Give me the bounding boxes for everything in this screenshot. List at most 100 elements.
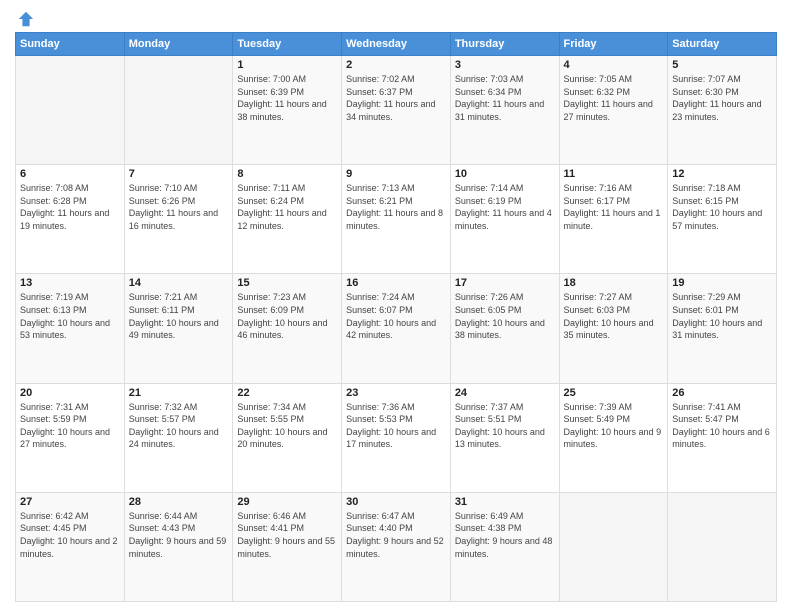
day-number: 18 bbox=[564, 277, 664, 289]
calendar-cell bbox=[124, 56, 233, 165]
day-number: 7 bbox=[129, 168, 229, 180]
calendar-cell: 3Sunrise: 7:03 AMSunset: 6:34 PMDaylight… bbox=[450, 56, 559, 165]
day-info: Sunrise: 7:08 AMSunset: 6:28 PMDaylight:… bbox=[20, 182, 120, 232]
weekday-header: Saturday bbox=[668, 33, 777, 56]
day-number: 29 bbox=[237, 496, 337, 508]
calendar-cell: 21 Sunrise: 7:32 AMSunset: 5:57 PMDayligh… bbox=[124, 383, 233, 492]
day-number: 22 bbox=[237, 387, 337, 399]
day-info: Sunrise: 6:44 AMSunset: 4:43 PMDaylight:… bbox=[129, 510, 229, 560]
header bbox=[15, 10, 777, 28]
day-number: 10 bbox=[455, 168, 555, 180]
calendar-cell: 31 Sunrise: 6:49 AMSunset: 4:38 PMDayligh… bbox=[450, 492, 559, 601]
day-info: Sunrise: 7:31 AMSunset: 5:59 PMDaylight:… bbox=[20, 401, 120, 451]
weekday-header: Thursday bbox=[450, 33, 559, 56]
calendar-cell: 22Sunrise: 7:34 AMSunset: 5:55 PMDayligh… bbox=[233, 383, 342, 492]
day-info: Sunrise: 7:16 AMSunset: 6:17 PMDaylight:… bbox=[564, 182, 664, 232]
day-number: 21 bbox=[129, 387, 229, 399]
calendar-cell: 29 Sunrise: 6:46 AMSunset: 4:41 PMDayligh… bbox=[233, 492, 342, 601]
calendar-week-row: 6 Sunrise: 7:08 AMSunset: 6:28 PMDaylight… bbox=[16, 165, 777, 274]
page: SundayMondayTuesdayWednesdayThursdayFrid… bbox=[0, 0, 792, 612]
day-info: Sunrise: 7:10 AMSunset: 6:26 PMDaylight:… bbox=[129, 182, 229, 232]
calendar-week-row: 20 Sunrise: 7:31 AMSunset: 5:59 PMDayligh… bbox=[16, 383, 777, 492]
day-info: Sunrise: 6:47 AMSunset: 4:40 PMDaylight:… bbox=[346, 510, 446, 560]
calendar-cell: 10 Sunrise: 7:14 AMSunset: 6:19 PMDayligh… bbox=[450, 165, 559, 274]
calendar-cell bbox=[668, 492, 777, 601]
day-info: Sunrise: 7:07 AMSunset: 6:30 PMDaylight:… bbox=[672, 73, 772, 123]
calendar-week-row: 27 Sunrise: 6:42 AMSunset: 4:45 PMDayligh… bbox=[16, 492, 777, 601]
day-info: Sunrise: 7:14 AMSunset: 6:19 PMDaylight:… bbox=[455, 182, 555, 232]
day-info: Sunrise: 7:29 AMSunset: 6:01 PMDaylight:… bbox=[672, 291, 772, 341]
weekday-header: Sunday bbox=[16, 33, 125, 56]
calendar-cell: 9 Sunrise: 7:13 AMSunset: 6:21 PMDaylight… bbox=[342, 165, 451, 274]
day-number: 8 bbox=[237, 168, 337, 180]
day-number: 19 bbox=[672, 277, 772, 289]
calendar-cell: 13 Sunrise: 7:19 AMSunset: 6:13 PMDayligh… bbox=[16, 274, 125, 383]
day-number: 16 bbox=[346, 277, 446, 289]
day-number: 15 bbox=[237, 277, 337, 289]
day-number: 11 bbox=[564, 168, 664, 180]
day-number: 30 bbox=[346, 496, 446, 508]
calendar-cell: 30 Sunrise: 6:47 AMSunset: 4:40 PMDayligh… bbox=[342, 492, 451, 601]
day-info: Sunrise: 7:37 AMSunset: 5:51 PMDaylight:… bbox=[455, 401, 555, 451]
calendar-cell bbox=[559, 492, 668, 601]
calendar-cell: 23Sunrise: 7:36 AMSunset: 5:53 PMDayligh… bbox=[342, 383, 451, 492]
day-number: 9 bbox=[346, 168, 446, 180]
weekday-header: Tuesday bbox=[233, 33, 342, 56]
day-number: 4 bbox=[564, 59, 664, 71]
day-info: Sunrise: 6:46 AMSunset: 4:41 PMDaylight:… bbox=[237, 510, 337, 560]
day-number: 26 bbox=[672, 387, 772, 399]
day-number: 25 bbox=[564, 387, 664, 399]
calendar-cell: 14Sunrise: 7:21 AMSunset: 6:11 PMDayligh… bbox=[124, 274, 233, 383]
day-number: 17 bbox=[455, 277, 555, 289]
calendar-cell: 12 Sunrise: 7:18 AMSunset: 6:15 PMDayligh… bbox=[668, 165, 777, 274]
day-info: Sunrise: 7:21 AMSunset: 6:11 PMDaylight:… bbox=[129, 291, 229, 341]
calendar-cell: 27 Sunrise: 6:42 AMSunset: 4:45 PMDayligh… bbox=[16, 492, 125, 601]
day-number: 12 bbox=[672, 168, 772, 180]
day-info: Sunrise: 7:27 AMSunset: 6:03 PMDaylight:… bbox=[564, 291, 664, 341]
calendar-cell: 16 Sunrise: 7:24 AMSunset: 6:07 PMDayligh… bbox=[342, 274, 451, 383]
day-number: 2 bbox=[346, 59, 446, 71]
day-info: Sunrise: 7:18 AMSunset: 6:15 PMDaylight:… bbox=[672, 182, 772, 232]
calendar-cell: 19 Sunrise: 7:29 AMSunset: 6:01 PMDayligh… bbox=[668, 274, 777, 383]
calendar-cell: 7 Sunrise: 7:10 AMSunset: 6:26 PMDaylight… bbox=[124, 165, 233, 274]
calendar-cell bbox=[16, 56, 125, 165]
day-info: Sunrise: 7:36 AMSunset: 5:53 PMDaylight:… bbox=[346, 401, 446, 451]
day-info: Sunrise: 7:05 AMSunset: 6:32 PMDaylight:… bbox=[564, 73, 664, 123]
calendar-cell: 17 Sunrise: 7:26 AMSunset: 6:05 PMDayligh… bbox=[450, 274, 559, 383]
calendar-cell: 26Sunrise: 7:41 AMSunset: 5:47 PMDayligh… bbox=[668, 383, 777, 492]
day-info: Sunrise: 7:24 AMSunset: 6:07 PMDaylight:… bbox=[346, 291, 446, 341]
calendar-cell: 6 Sunrise: 7:08 AMSunset: 6:28 PMDaylight… bbox=[16, 165, 125, 274]
calendar-header-row: SundayMondayTuesdayWednesdayThursdayFrid… bbox=[16, 33, 777, 56]
calendar-week-row: 1Sunrise: 7:00 AMSunset: 6:39 PMDaylight… bbox=[16, 56, 777, 165]
calendar-cell: 11 Sunrise: 7:16 AMSunset: 6:17 PMDayligh… bbox=[559, 165, 668, 274]
logo-icon bbox=[17, 10, 35, 28]
calendar-cell: 28 Sunrise: 6:44 AMSunset: 4:43 PMDayligh… bbox=[124, 492, 233, 601]
day-info: Sunrise: 7:39 AMSunset: 5:49 PMDaylight:… bbox=[564, 401, 664, 451]
day-info: Sunrise: 7:13 AMSunset: 6:21 PMDaylight:… bbox=[346, 182, 446, 232]
day-number: 28 bbox=[129, 496, 229, 508]
day-number: 27 bbox=[20, 496, 120, 508]
day-info: Sunrise: 7:19 AMSunset: 6:13 PMDaylight:… bbox=[20, 291, 120, 341]
weekday-header: Wednesday bbox=[342, 33, 451, 56]
calendar-cell: 25 Sunrise: 7:39 AMSunset: 5:49 PMDayligh… bbox=[559, 383, 668, 492]
day-number: 1 bbox=[237, 59, 337, 71]
day-info: Sunrise: 7:02 AMSunset: 6:37 PMDaylight:… bbox=[346, 73, 446, 123]
day-info: Sunrise: 7:32 AMSunset: 5:57 PMDaylight:… bbox=[129, 401, 229, 451]
weekday-header: Friday bbox=[559, 33, 668, 56]
day-info: Sunrise: 7:26 AMSunset: 6:05 PMDaylight:… bbox=[455, 291, 555, 341]
calendar-table: SundayMondayTuesdayWednesdayThursdayFrid… bbox=[15, 32, 777, 602]
day-number: 20 bbox=[20, 387, 120, 399]
day-number: 31 bbox=[455, 496, 555, 508]
day-number: 13 bbox=[20, 277, 120, 289]
calendar-cell: 4 Sunrise: 7:05 AMSunset: 6:32 PMDaylight… bbox=[559, 56, 668, 165]
day-info: Sunrise: 6:49 AMSunset: 4:38 PMDaylight:… bbox=[455, 510, 555, 560]
day-info: Sunrise: 6:42 AMSunset: 4:45 PMDaylight:… bbox=[20, 510, 120, 560]
day-number: 6 bbox=[20, 168, 120, 180]
calendar-cell: 15Sunrise: 7:23 AMSunset: 6:09 PMDayligh… bbox=[233, 274, 342, 383]
logo bbox=[15, 10, 35, 28]
weekday-header: Monday bbox=[124, 33, 233, 56]
day-number: 24 bbox=[455, 387, 555, 399]
calendar-cell: 24 Sunrise: 7:37 AMSunset: 5:51 PMDayligh… bbox=[450, 383, 559, 492]
calendar-cell: 5 Sunrise: 7:07 AMSunset: 6:30 PMDaylight… bbox=[668, 56, 777, 165]
day-number: 5 bbox=[672, 59, 772, 71]
